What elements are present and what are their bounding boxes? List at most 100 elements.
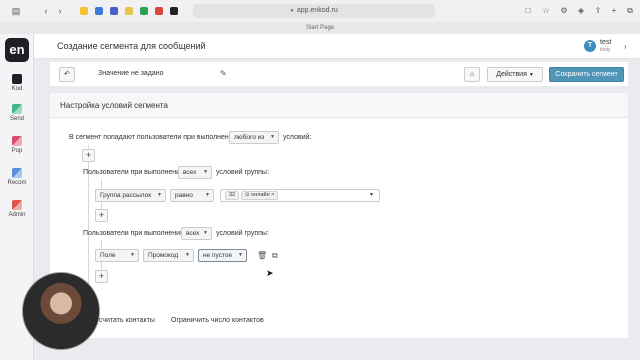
webcam-overlay — [22, 272, 100, 350]
bookmark-icon[interactable]: ☆ — [540, 5, 552, 17]
select-value: Поле — [100, 252, 116, 259]
tab-favicon[interactable] — [170, 7, 178, 15]
caret-down-icon: ▼ — [203, 169, 208, 175]
caret-down-icon[interactable]: ▼ — [369, 190, 374, 201]
sidebar-item-send[interactable]: Send — [0, 104, 34, 130]
tab-favicon[interactable] — [95, 7, 103, 15]
caret-down-icon: ▼ — [270, 134, 275, 140]
kod-icon — [12, 74, 22, 84]
chevron-right-icon[interactable]: › — [624, 42, 627, 51]
add-condition-button[interactable]: + — [95, 209, 108, 222]
condition-field-select[interactable]: Поле ▼ — [95, 249, 139, 262]
user-name[interactable]: test — [600, 39, 611, 46]
match-mode-select[interactable]: любого из ▼ — [229, 131, 279, 144]
tab-favicon[interactable] — [155, 7, 163, 15]
select-value: любого из — [234, 134, 265, 141]
sidebar-item-admin[interactable]: Admin — [0, 200, 34, 226]
chip-label: онлайн — [251, 192, 270, 198]
tab-favicon[interactable] — [110, 7, 118, 15]
sidebar-item-label: Pop — [11, 148, 23, 154]
tabs-overview-icon[interactable]: ⧉ — [624, 5, 636, 17]
intro-prefix: В сегмент попадают пользователи при выпо… — [69, 134, 237, 141]
admin-icon — [12, 200, 22, 210]
sidebar-item-label: Kod — [11, 86, 23, 92]
segment-conditions-card: Настройка условий сегмента В сегмент поп… — [50, 93, 628, 338]
browser-chrome: ▤ ‹ › ● app.enkod.ru □ ☆ ⚙ ◈ ⇪ + ⧉ Start … — [0, 0, 640, 34]
chip-icon: ⊙ — [245, 192, 250, 198]
recom-icon — [12, 168, 22, 178]
limit-contacts-link[interactable]: Ограничить число контактов — [171, 317, 264, 324]
add-group-button[interactable]: + — [82, 149, 95, 162]
actions-button[interactable]: Действия ▼ — [487, 67, 543, 82]
sidebar-item-label: Send — [9, 116, 24, 122]
group-match-select[interactable]: всех ▼ — [178, 166, 212, 179]
chip-count: 32 — [225, 191, 240, 200]
page-header: Создание сегмента для сообщений T test t… — [34, 34, 640, 59]
caret-down-icon: ▼ — [130, 252, 135, 258]
tab-favicon[interactable] — [125, 7, 133, 15]
sidebar-item-pop[interactable]: Pop — [0, 136, 34, 162]
send-icon — [12, 104, 22, 114]
actions-label: Действия — [496, 71, 527, 78]
page-title: Создание сегмента для сообщений — [57, 41, 206, 51]
trash-icon[interactable]: 🗑 — [257, 251, 267, 260]
settings-icon[interactable]: ⚙ — [558, 5, 570, 17]
pencil-icon[interactable]: ✎ — [220, 69, 227, 78]
tab-favicon[interactable] — [140, 7, 148, 15]
forward-icon[interactable]: › — [54, 5, 66, 17]
group-match-select[interactable]: всех ▼ — [181, 227, 212, 240]
condition-operator-select[interactable]: равно ▼ — [170, 189, 214, 202]
group-suffix: условий группы: — [216, 169, 269, 176]
close-icon[interactable]: × — [271, 192, 274, 198]
sidebar-item-label: Admin — [8, 212, 26, 218]
tag-icon: ⌂ — [469, 71, 475, 78]
caret-down-icon: ▼ — [238, 252, 243, 258]
start-page-tab[interactable]: Start Page — [0, 22, 640, 34]
tag-button[interactable]: ⌂ — [464, 67, 480, 82]
extension-icon[interactable]: ◈ — [575, 5, 587, 17]
avatar[interactable]: T — [584, 40, 596, 52]
card-header: Настройка условий сегмента — [50, 93, 628, 118]
app-logo[interactable]: en — [5, 38, 29, 62]
count-contacts-link[interactable]: Посчитать контакты — [90, 317, 155, 324]
reading-mode-icon[interactable]: □ — [522, 5, 534, 17]
caret-down-icon: ▼ — [205, 192, 210, 198]
caret-down-icon: ▼ — [528, 72, 534, 78]
segment-name[interactable]: Значение не задано — [98, 70, 164, 77]
condition-value-select[interactable]: не пустое ▼ — [198, 249, 247, 262]
card-title: Настройка условий сегмента — [60, 101, 168, 110]
copy-icon[interactable]: ⧉ — [272, 251, 278, 261]
url-text: app.enkod.ru — [296, 7, 338, 14]
intro-suffix: условий: — [283, 134, 312, 141]
share-icon[interactable]: ⇪ — [592, 5, 604, 17]
undo-icon: ↶ — [64, 71, 70, 78]
select-value: Группа рассылок — [100, 192, 152, 199]
back-icon[interactable]: ‹ — [40, 5, 52, 17]
save-segment-button[interactable]: Сохранить сегмент — [549, 67, 624, 82]
condition-operator-select[interactable]: Промокод ▼ — [143, 249, 194, 262]
caret-down-icon: ▼ — [157, 192, 162, 198]
select-value: Промокод — [148, 252, 179, 259]
caret-down-icon: ▼ — [203, 230, 208, 236]
sidebar-item-recom[interactable]: Recom — [0, 168, 34, 194]
caret-down-icon: ▼ — [185, 252, 190, 258]
address-bar[interactable]: ● app.enkod.ru — [193, 4, 435, 18]
user-subtitle: testy — [600, 47, 611, 53]
condition-field-select[interactable]: Группа рассылок ▼ — [95, 189, 166, 202]
condition-value-input[interactable]: 32 ⊙ онлайн × ▼ — [220, 189, 380, 202]
save-label: Сохранить сегмент — [555, 71, 618, 78]
back-button[interactable]: ↶ — [59, 67, 75, 82]
add-condition-button[interactable]: + — [95, 270, 108, 283]
pop-icon — [12, 136, 22, 146]
group-suffix: условий группы: — [216, 230, 269, 237]
group-prefix: Пользователи при выполнении — [83, 169, 184, 176]
group-prefix: Пользователи при выполнении — [83, 230, 184, 237]
group-chip[interactable]: ⊙ онлайн × — [241, 191, 279, 200]
sidebar-item-kod[interactable]: Kod — [0, 74, 34, 100]
tab-favicon[interactable] — [80, 7, 88, 15]
select-value: всех — [183, 169, 197, 176]
select-value: равно — [175, 192, 193, 199]
new-tab-icon[interactable]: + — [608, 5, 620, 17]
sidebar-toggle-icon[interactable]: ▤ — [10, 5, 22, 17]
select-value: не пустое — [203, 252, 233, 259]
